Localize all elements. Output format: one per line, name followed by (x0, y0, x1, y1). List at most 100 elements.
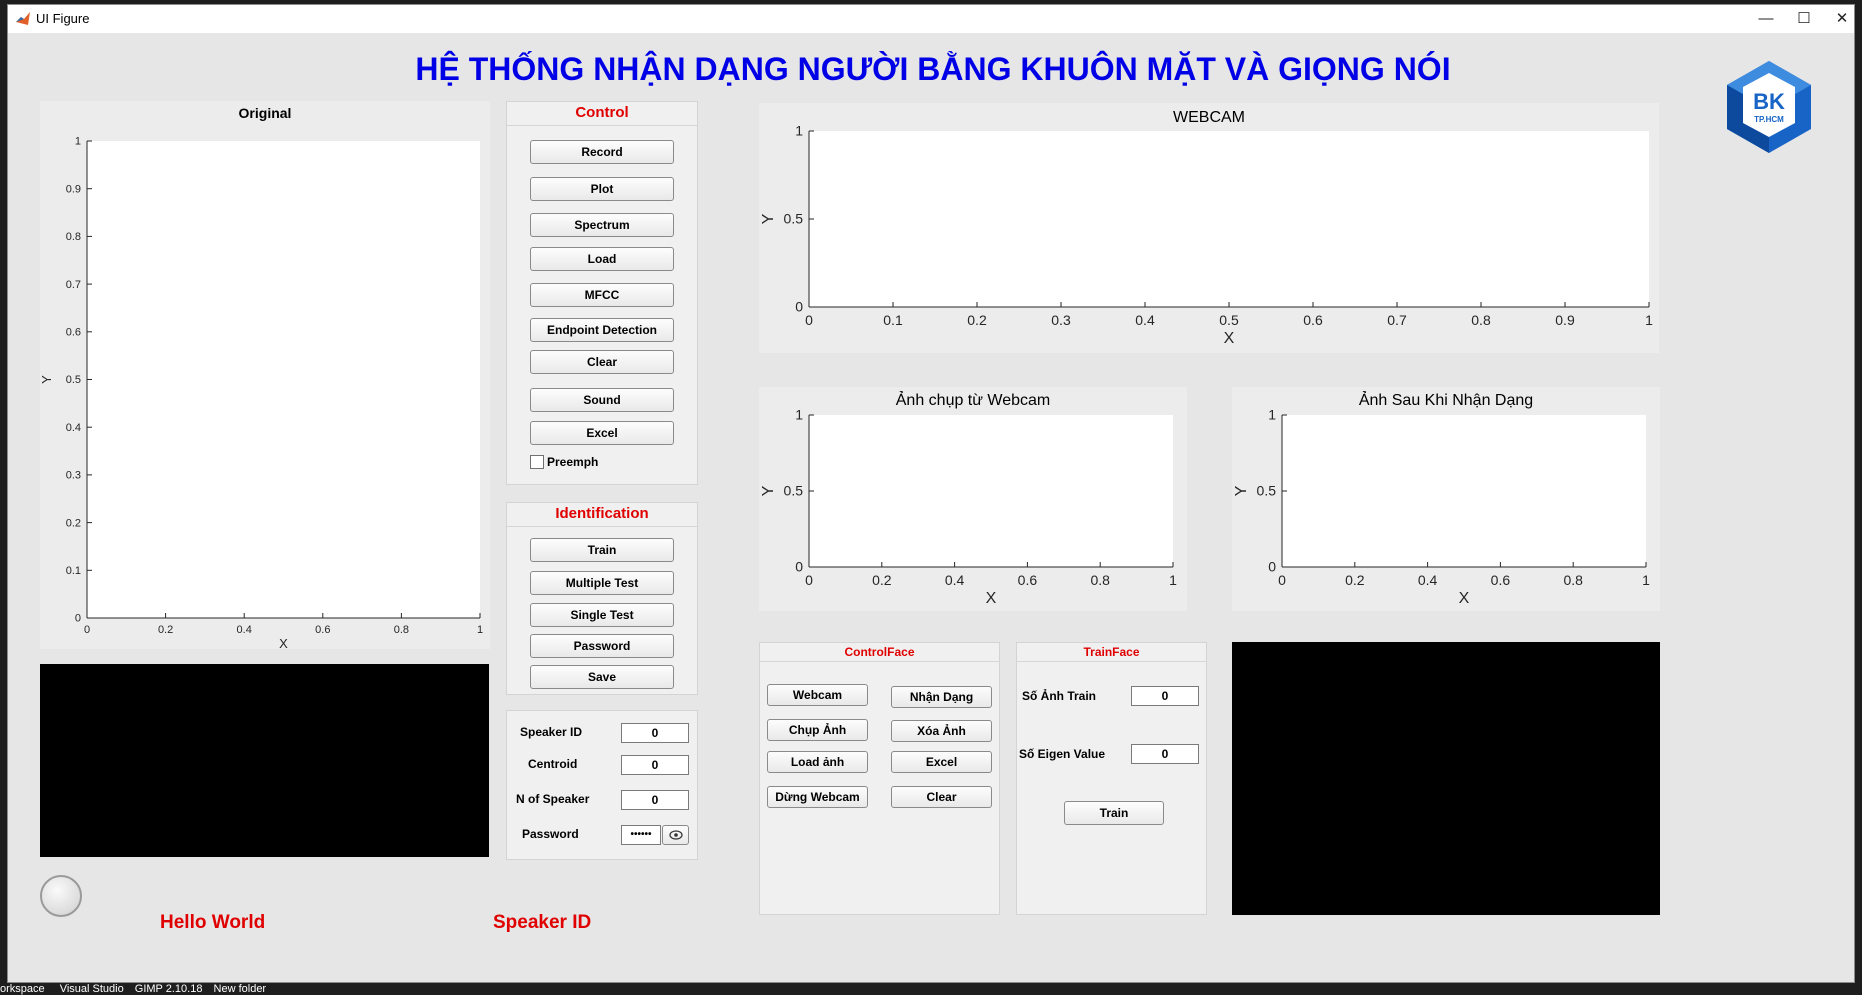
recognized-y-tick-label: 0.5 (1257, 483, 1277, 499)
stop-webcam-button[interactable]: Dừng Webcam (767, 786, 868, 808)
n-of-speaker-field[interactable]: 0 (621, 790, 689, 810)
show-password-button[interactable] (662, 825, 689, 845)
webcam-x-tick-label: 0 (805, 312, 813, 328)
original-ylabel: Y (40, 375, 54, 384)
delete-image-button[interactable]: Xóa Ảnh (891, 720, 992, 742)
original-y-tick-label: 0.3 (66, 470, 81, 482)
password-label: Password (522, 827, 579, 841)
original-y-tick-label: 0.7 (66, 279, 81, 291)
webcam-plot: 0 0.1 0.2 0.3 0.4 0.5 0.6 0.7 0.8 0.9 1 0 0.5 1 X Y (760, 123, 1653, 347)
control-face-title: ControlFace (760, 643, 999, 662)
webcam-x-tick-label: 0.9 (1555, 312, 1575, 328)
speaker-id-field[interactable]: 0 (621, 723, 689, 743)
recognized-image-axes: Ảnh Sau Khi Nhận Dạng 0 0.2 0.4 0.6 0.8 1 0 0.5… (1232, 387, 1660, 611)
train-button[interactable]: Train (530, 538, 674, 562)
taskbar: orkspace Visual Studio GIMP 2.10.18 New … (0, 983, 1862, 995)
logo-subtext: TP.HCM (1754, 115, 1784, 124)
face-display (1232, 642, 1660, 915)
spectrum-button[interactable]: Spectrum (530, 213, 674, 237)
identification-panel-title: Identification (507, 503, 697, 527)
endpoint-detection-button[interactable]: Endpoint Detection (530, 318, 674, 342)
multiple-test-button[interactable]: Multiple Test (530, 571, 674, 595)
preemph-checkbox[interactable] (530, 455, 544, 469)
title-bar: UI Figure — ☐ ✕ (8, 5, 1854, 33)
recognized-xlabel: X (1459, 590, 1470, 607)
taskbar-item-new-folder[interactable]: New folder (214, 983, 267, 995)
captured-plot: 0 0.2 0.4 0.6 0.8 1 0 0.5 1 X Y (760, 407, 1177, 607)
taskbar-item-gimp[interactable]: GIMP 2.10.18 (135, 983, 203, 995)
so-eigen-value-label: Số Eigen Value (1019, 747, 1106, 761)
train-face-button[interactable]: Train (1064, 801, 1164, 825)
centroid-field[interactable]: 0 (621, 755, 689, 775)
plot-button[interactable]: Plot (530, 177, 674, 201)
webcam-button[interactable]: Webcam (767, 684, 868, 706)
taskbar-item-workspace[interactable]: orkspace (0, 983, 45, 995)
webcam-y-tick-label: 0.5 (784, 211, 804, 227)
recognized-plot: 0 0.2 0.4 0.6 0.8 1 0 0.5 1 X Y (1233, 407, 1650, 607)
load-button[interactable]: Load (530, 247, 674, 271)
recognized-x-tick-label: 0.6 (1491, 572, 1511, 588)
load-image-button[interactable]: Load ảnh (767, 751, 868, 773)
face-clear-button[interactable]: Clear (891, 786, 992, 808)
control-face-panel: ControlFace Webcam Chụp Ảnh Load ảnh Dừn… (759, 642, 1000, 915)
close-button[interactable]: ✕ (1819, 5, 1862, 33)
so-anh-train-field[interactable]: 0 (1131, 686, 1199, 706)
original-y-tick-label: 0 (75, 613, 81, 625)
mfcc-button[interactable]: MFCC (530, 283, 674, 307)
recognized-ylabel: Y (1233, 485, 1250, 496)
original-x-tick-label: 0.8 (394, 624, 409, 636)
save-button[interactable]: Save (530, 665, 674, 689)
original-y-tick-label: 0.4 (66, 422, 81, 434)
excel-button[interactable]: Excel (530, 421, 674, 445)
sound-button[interactable]: Sound (530, 388, 674, 412)
recognized-x-tick-label: 0 (1278, 572, 1286, 588)
captured-x-tick-label: 0 (805, 572, 813, 588)
status-lamp (40, 875, 82, 917)
single-test-button[interactable]: Single Test (530, 603, 674, 627)
speaker-id-status-label: Speaker ID (493, 912, 592, 933)
capture-photo-button[interactable]: Chụp Ảnh (767, 719, 868, 741)
ui-figure-window: UI Figure — ☐ ✕ HỆ THỐNG NHẬN DẠNG NGƯỜI… (7, 4, 1855, 983)
clear-button[interactable]: Clear (530, 350, 674, 374)
webcam-x-tick-label: 1 (1645, 312, 1653, 328)
original-y-tick-label: 0.5 (66, 374, 81, 386)
recognize-button[interactable]: Nhận Dạng (891, 686, 992, 708)
captured-plot-area (809, 415, 1173, 567)
control-panel-title: Control (507, 102, 697, 126)
captured-x-tick-label: 0.8 (1090, 572, 1110, 588)
webcam-x-tick-label: 0.1 (883, 312, 903, 328)
webcam-ylabel: Y (760, 213, 777, 224)
hello-world-label: Hello World (160, 912, 266, 933)
webcam-xlabel: X (1224, 330, 1235, 347)
train-face-title: TrainFace (1017, 643, 1206, 662)
taskbar-item-visual-studio[interactable]: Visual Studio (60, 983, 124, 995)
original-axes: Original 0 0.2 0.4 0.6 0.8 1 0 0.1 0.2 0.3 0.4 0.5 0… (40, 101, 490, 649)
webcam-x-tick-label: 0.6 (1303, 312, 1323, 328)
original-y-tick-label: 1 (75, 136, 81, 148)
captured-y-tick-label: 0.5 (784, 483, 804, 499)
window-title: UI Figure (36, 11, 90, 26)
face-excel-button[interactable]: Excel (891, 751, 992, 773)
centroid-label: Centroid (528, 757, 578, 771)
original-xlabel: X (279, 636, 288, 649)
webcam-x-tick-label: 0.3 (1051, 312, 1071, 328)
record-button[interactable]: Record (530, 140, 674, 164)
original-y-tick-label: 0.8 (66, 231, 81, 243)
recognized-y-tick-label: 1 (1268, 407, 1276, 423)
password-field[interactable]: •••••• (621, 825, 661, 845)
identification-panel: Identification Train Multiple Test Singl… (506, 502, 698, 695)
original-plot-area (87, 141, 480, 618)
original-x-tick-label: 0.2 (158, 624, 173, 636)
original-x-tick-label: 0 (84, 624, 90, 636)
recognized-y-tick-label: 0 (1268, 559, 1276, 575)
so-anh-train-label: Số Ảnh Train (1022, 689, 1097, 703)
password-button[interactable]: Password (530, 634, 674, 658)
webcam-x-tick-label: 0.8 (1471, 312, 1491, 328)
original-y-tick-label: 0.6 (66, 326, 81, 338)
captured-y-tick-label: 1 (795, 407, 803, 423)
so-eigen-value-field[interactable]: 0 (1131, 744, 1199, 764)
captured-y-tick-label: 0 (795, 559, 803, 575)
logo-text: BK (1753, 89, 1785, 114)
matlab-icon (15, 11, 31, 27)
captured-x-tick-label: 0.2 (872, 572, 892, 588)
